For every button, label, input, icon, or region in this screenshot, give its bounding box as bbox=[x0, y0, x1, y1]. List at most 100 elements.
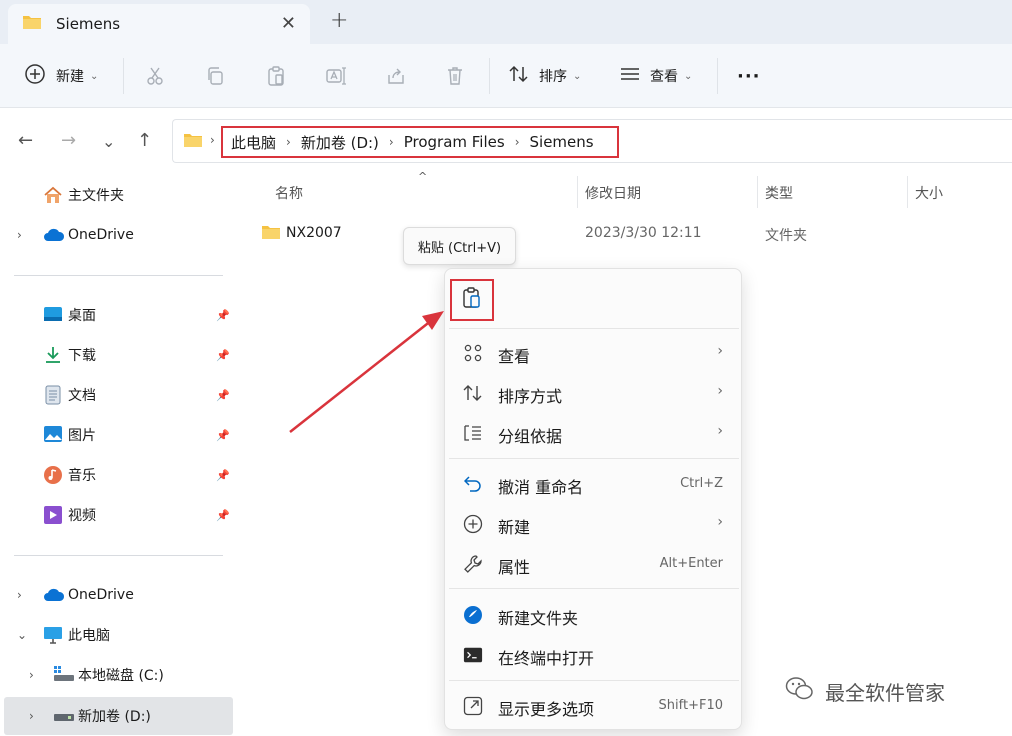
sidebar-item-home[interactable]: 主文件夹 bbox=[0, 179, 236, 211]
wrench-icon bbox=[463, 554, 483, 574]
navigation-pane: 主文件夹 › OneDrive 桌面 📌 下载 📌 文档 📌 图片 📌 音乐 📌… bbox=[0, 174, 236, 736]
expand-chevron-icon[interactable]: › bbox=[29, 668, 34, 682]
sidebar-item-downloads[interactable]: 下载 📌 bbox=[0, 339, 236, 371]
new-button[interactable]: 新建 ⌄ bbox=[24, 63, 98, 89]
menu-item-undo-rename[interactable]: 撤消 重命名 Ctrl+Z bbox=[445, 464, 743, 504]
title-bar: Siemens ✕ + bbox=[0, 0, 1012, 44]
folder-icon bbox=[183, 132, 203, 152]
toolbar-divider bbox=[717, 58, 718, 94]
menu-item-shortcut: Shift+F10 bbox=[658, 698, 723, 713]
paste-icon[interactable] bbox=[264, 64, 288, 88]
paste-button[interactable] bbox=[450, 279, 494, 321]
context-menu: 查看 › 排序方式 › 分组依据 › 撤消 重命名 Ctrl+Z 新建 › 属性 bbox=[444, 268, 742, 730]
sidebar-item-label: OneDrive bbox=[68, 587, 134, 603]
recent-locations-icon[interactable]: ⌄ bbox=[102, 132, 115, 151]
pin-icon[interactable]: 📌 bbox=[216, 389, 230, 402]
column-divider[interactable] bbox=[757, 176, 758, 208]
expand-chevron-icon[interactable]: › bbox=[17, 588, 22, 602]
sidebar-item-label: 视频 bbox=[68, 508, 96, 524]
up-arrow-icon[interactable]: ↑ bbox=[137, 130, 152, 151]
column-header-name[interactable]: 名称 bbox=[275, 183, 303, 203]
menu-item-label: 分组依据 bbox=[498, 427, 563, 446]
paste-tooltip: 粘贴 (Ctrl+V) bbox=[403, 227, 516, 265]
sidebar-item-onedrive[interactable]: › OneDrive bbox=[0, 579, 236, 611]
cut-icon[interactable] bbox=[143, 64, 167, 88]
back-arrow-icon[interactable]: ← bbox=[18, 130, 33, 151]
view-button-label: 查看 bbox=[650, 69, 678, 85]
sidebar-divider bbox=[14, 555, 223, 556]
column-header-type[interactable]: 类型 bbox=[765, 183, 793, 203]
pin-icon[interactable]: 📌 bbox=[216, 349, 230, 362]
menu-divider bbox=[449, 588, 739, 589]
column-header-size[interactable]: 大小 bbox=[915, 183, 943, 203]
sidebar-item-documents[interactable]: 文档 📌 bbox=[0, 379, 236, 411]
menu-item-shortcut: Alt+Enter bbox=[659, 556, 723, 571]
forward-arrow-icon[interactable]: → bbox=[61, 130, 76, 151]
menu-item-open-in-terminal[interactable]: 在终端中打开 bbox=[445, 635, 743, 675]
chevron-down-icon: ⌄ bbox=[90, 70, 99, 82]
sidebar-item-this-pc[interactable]: ⌄ 此电脑 bbox=[0, 619, 236, 651]
sort-button-label: 排序 bbox=[539, 69, 567, 85]
rename-icon[interactable] bbox=[324, 64, 348, 88]
menu-item-new[interactable]: 新建 › bbox=[445, 504, 743, 544]
sidebar-item-label: OneDrive bbox=[68, 227, 134, 243]
sidebar-item-onedrive-top[interactable]: › OneDrive bbox=[0, 219, 236, 251]
close-tab-icon[interactable]: ✕ bbox=[281, 13, 296, 34]
document-icon bbox=[45, 385, 65, 405]
sort-caret-icon: ^ bbox=[418, 170, 428, 183]
breadcrumb-drive-d[interactable]: 新加卷 (D:) bbox=[301, 132, 379, 153]
breadcrumb-separator: › bbox=[210, 133, 215, 147]
sidebar-item-drive-c[interactable]: › 本地磁盘 (C:) bbox=[0, 659, 236, 691]
sidebar-item-music[interactable]: 音乐 📌 bbox=[0, 459, 236, 491]
menu-item-view[interactable]: 查看 › bbox=[445, 333, 743, 373]
view-button[interactable]: 查看 ⌄ bbox=[620, 63, 692, 89]
menu-item-shortcut: Ctrl+Z bbox=[680, 476, 723, 491]
expand-chevron-icon[interactable]: › bbox=[29, 709, 34, 723]
collapse-chevron-icon[interactable]: ⌄ bbox=[17, 628, 27, 642]
breadcrumb-separator[interactable]: › bbox=[389, 135, 394, 149]
delete-icon[interactable] bbox=[443, 64, 467, 88]
chevron-right-icon: › bbox=[717, 343, 723, 359]
share-icon[interactable] bbox=[384, 64, 408, 88]
sidebar-item-drive-d[interactable]: › 新加卷 (D:) bbox=[4, 697, 233, 735]
menu-divider bbox=[449, 680, 739, 681]
sort-button[interactable]: 排序 ⌄ bbox=[508, 63, 581, 89]
command-bar: 新建 ⌄ 排序 ⌄ 查看 ⌄ ··· bbox=[0, 44, 1012, 108]
breadcrumb-this-pc[interactable]: 此电脑 bbox=[231, 132, 276, 153]
pin-icon[interactable]: 📌 bbox=[216, 509, 230, 522]
menu-item-sort-by[interactable]: 排序方式 › bbox=[445, 373, 743, 413]
chevron-right-icon: › bbox=[717, 383, 723, 399]
tab-title: Siemens bbox=[56, 15, 121, 33]
menu-item-label: 在终端中打开 bbox=[498, 649, 595, 668]
menu-item-group-by[interactable]: 分组依据 › bbox=[445, 413, 743, 453]
sidebar-item-videos[interactable]: 视频 📌 bbox=[0, 499, 236, 531]
menu-item-properties[interactable]: 属性 Alt+Enter bbox=[445, 544, 743, 584]
desktop-icon bbox=[43, 305, 63, 325]
tab-siemens[interactable]: Siemens ✕ bbox=[8, 4, 310, 44]
menu-item-new-folder[interactable]: 新建文件夹 bbox=[445, 595, 743, 635]
copy-icon[interactable] bbox=[203, 64, 227, 88]
sidebar-item-pictures[interactable]: 图片 📌 bbox=[0, 419, 236, 451]
breadcrumb-program-files[interactable]: Program Files bbox=[404, 133, 505, 151]
pin-icon[interactable]: 📌 bbox=[216, 469, 230, 482]
pin-icon[interactable]: 📌 bbox=[216, 309, 230, 322]
more-options-button[interactable]: ··· bbox=[737, 63, 761, 89]
pin-icon[interactable]: 📌 bbox=[216, 429, 230, 442]
sidebar-item-desktop[interactable]: 桌面 📌 bbox=[0, 299, 236, 331]
column-divider[interactable] bbox=[907, 176, 908, 208]
column-divider[interactable] bbox=[577, 176, 578, 208]
column-header-date[interactable]: 修改日期 bbox=[585, 183, 641, 203]
breadcrumb-separator[interactable]: › bbox=[515, 135, 520, 149]
new-folder-icon bbox=[463, 605, 483, 625]
more-options-icon bbox=[463, 696, 483, 716]
breadcrumb-siemens[interactable]: Siemens bbox=[530, 133, 594, 151]
onedrive-cloud-icon bbox=[43, 227, 65, 247]
chevron-down-icon: ⌄ bbox=[573, 70, 582, 82]
menu-item-show-more-options[interactable]: 显示更多选项 Shift+F10 bbox=[445, 686, 743, 726]
music-icon bbox=[43, 465, 63, 485]
address-bar[interactable]: › 此电脑 › 新加卷 (D:) › Program Files › Sieme… bbox=[172, 119, 1012, 163]
expand-chevron-icon[interactable]: › bbox=[17, 228, 22, 242]
breadcrumb-separator[interactable]: › bbox=[286, 135, 291, 149]
new-tab-button[interactable]: + bbox=[330, 8, 348, 33]
wechat-icon bbox=[785, 676, 815, 707]
